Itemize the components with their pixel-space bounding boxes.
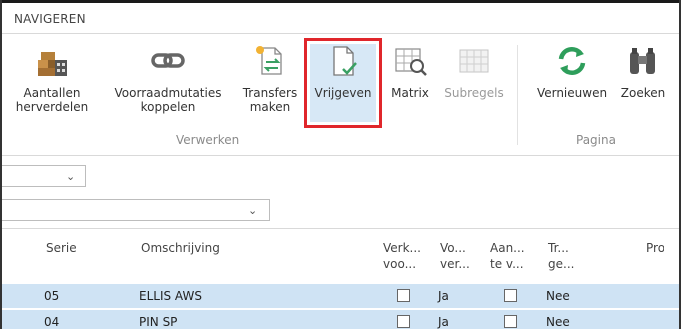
- group-label-pagina: Pagina: [576, 133, 616, 147]
- column-header-tr[interactable]: Tr... ge...: [548, 240, 574, 272]
- column-header-label: voo...: [383, 257, 417, 271]
- grid-icon: [459, 49, 489, 73]
- cell-serie: 05: [44, 289, 60, 303]
- voorraadmutaties-label-1: Voorraadmutaties: [114, 86, 222, 100]
- ribbon-bottom-divider: [2, 155, 679, 156]
- filter-dropdown-1[interactable]: ⌄: [2, 165, 86, 187]
- column-header-label: Vo...: [440, 241, 466, 255]
- cell-tr: Nee: [546, 315, 570, 329]
- cell-tr: Nee: [546, 289, 570, 303]
- column-header-label: ge...: [548, 257, 575, 271]
- zoeken-button[interactable]: Zoeken: [618, 42, 668, 100]
- filter-dropdown-2[interactable]: ⌄: [2, 199, 270, 221]
- column-header-vo[interactable]: Vo... ver...: [440, 240, 470, 272]
- transfers-maken-button[interactable]: Transfers maken: [238, 42, 302, 114]
- chevron-down-icon: ⌄: [248, 204, 258, 217]
- column-header-label: Aan...: [490, 241, 525, 255]
- column-header-aan[interactable]: Aan... te v...: [490, 240, 525, 272]
- subregels-label: Subregels: [444, 86, 504, 100]
- checkbox-aan[interactable]: [504, 289, 517, 302]
- column-header-label: Omschrijving: [141, 241, 220, 255]
- ribbon-tab-divider: [2, 33, 679, 34]
- cell-omschrijving: ELLIS AWS: [139, 289, 202, 303]
- checkbox-verk[interactable]: [397, 315, 410, 328]
- chevron-down-icon: ⌄: [66, 170, 76, 183]
- column-header-label: Verk...: [383, 241, 421, 255]
- vernieuwen-label: Vernieuwen: [536, 86, 608, 100]
- warehouse-icon: [38, 52, 67, 76]
- vrijgeven-highlight-box: [304, 38, 382, 128]
- cell-omschrijving: PIN SP: [139, 315, 178, 329]
- cell-vo: Ja: [438, 289, 449, 303]
- column-header-label: Tr...: [548, 241, 569, 255]
- matrix-label: Matrix: [391, 86, 429, 100]
- column-header-label: te v...: [490, 257, 524, 271]
- vernieuwen-button[interactable]: Vernieuwen: [530, 42, 614, 100]
- aantallen-label-1: Aantallen: [23, 86, 81, 100]
- subregels-button[interactable]: Subregels: [436, 42, 512, 100]
- aantallen-herverdelen-button[interactable]: Aantallen herverdelen: [12, 42, 92, 114]
- cell-vo: Ja: [438, 315, 449, 329]
- column-header-label: Pro: [646, 241, 664, 255]
- grid-top-border: [2, 228, 679, 229]
- column-header-label: ver...: [440, 257, 470, 271]
- link-icon: [151, 53, 185, 68]
- matrix-button[interactable]: Matrix: [386, 42, 434, 100]
- voorraadmutaties-koppelen-button[interactable]: Voorraadmutaties koppelen: [104, 42, 232, 114]
- checkbox-verk[interactable]: [397, 289, 410, 302]
- voorraadmutaties-label-2: koppelen: [140, 100, 196, 114]
- zoeken-label: Zoeken: [620, 86, 666, 100]
- column-header-pro[interactable]: Pro: [646, 240, 664, 256]
- transfers-label-1: Transfers: [242, 86, 298, 100]
- column-header-serie[interactable]: Serie: [46, 240, 77, 256]
- group-label-verwerken: Verwerken: [176, 133, 240, 147]
- checkbox-aan[interactable]: [504, 315, 517, 328]
- column-header-omschrijving[interactable]: Omschrijving: [141, 240, 220, 256]
- cell-serie: 04: [44, 315, 60, 329]
- table-row[interactable]: 04 PIN SP Ja Nee: [2, 310, 679, 329]
- ribbon-group-separator: [517, 45, 518, 145]
- aantallen-label-2: herverdelen: [15, 100, 89, 114]
- refresh-icon: [558, 46, 586, 76]
- matrix-icon: [395, 48, 427, 76]
- transfer-icon: [256, 46, 282, 75]
- column-header-label: Serie: [46, 241, 77, 255]
- binoculars-icon: [630, 48, 655, 74]
- column-header-verk[interactable]: Verk... voo...: [383, 240, 421, 272]
- transfers-label-2: maken: [249, 100, 291, 114]
- table-row[interactable]: 05 ELLIS AWS Ja Nee: [2, 284, 679, 308]
- ribbon-tab-navigeren[interactable]: NAVIGEREN: [14, 12, 86, 26]
